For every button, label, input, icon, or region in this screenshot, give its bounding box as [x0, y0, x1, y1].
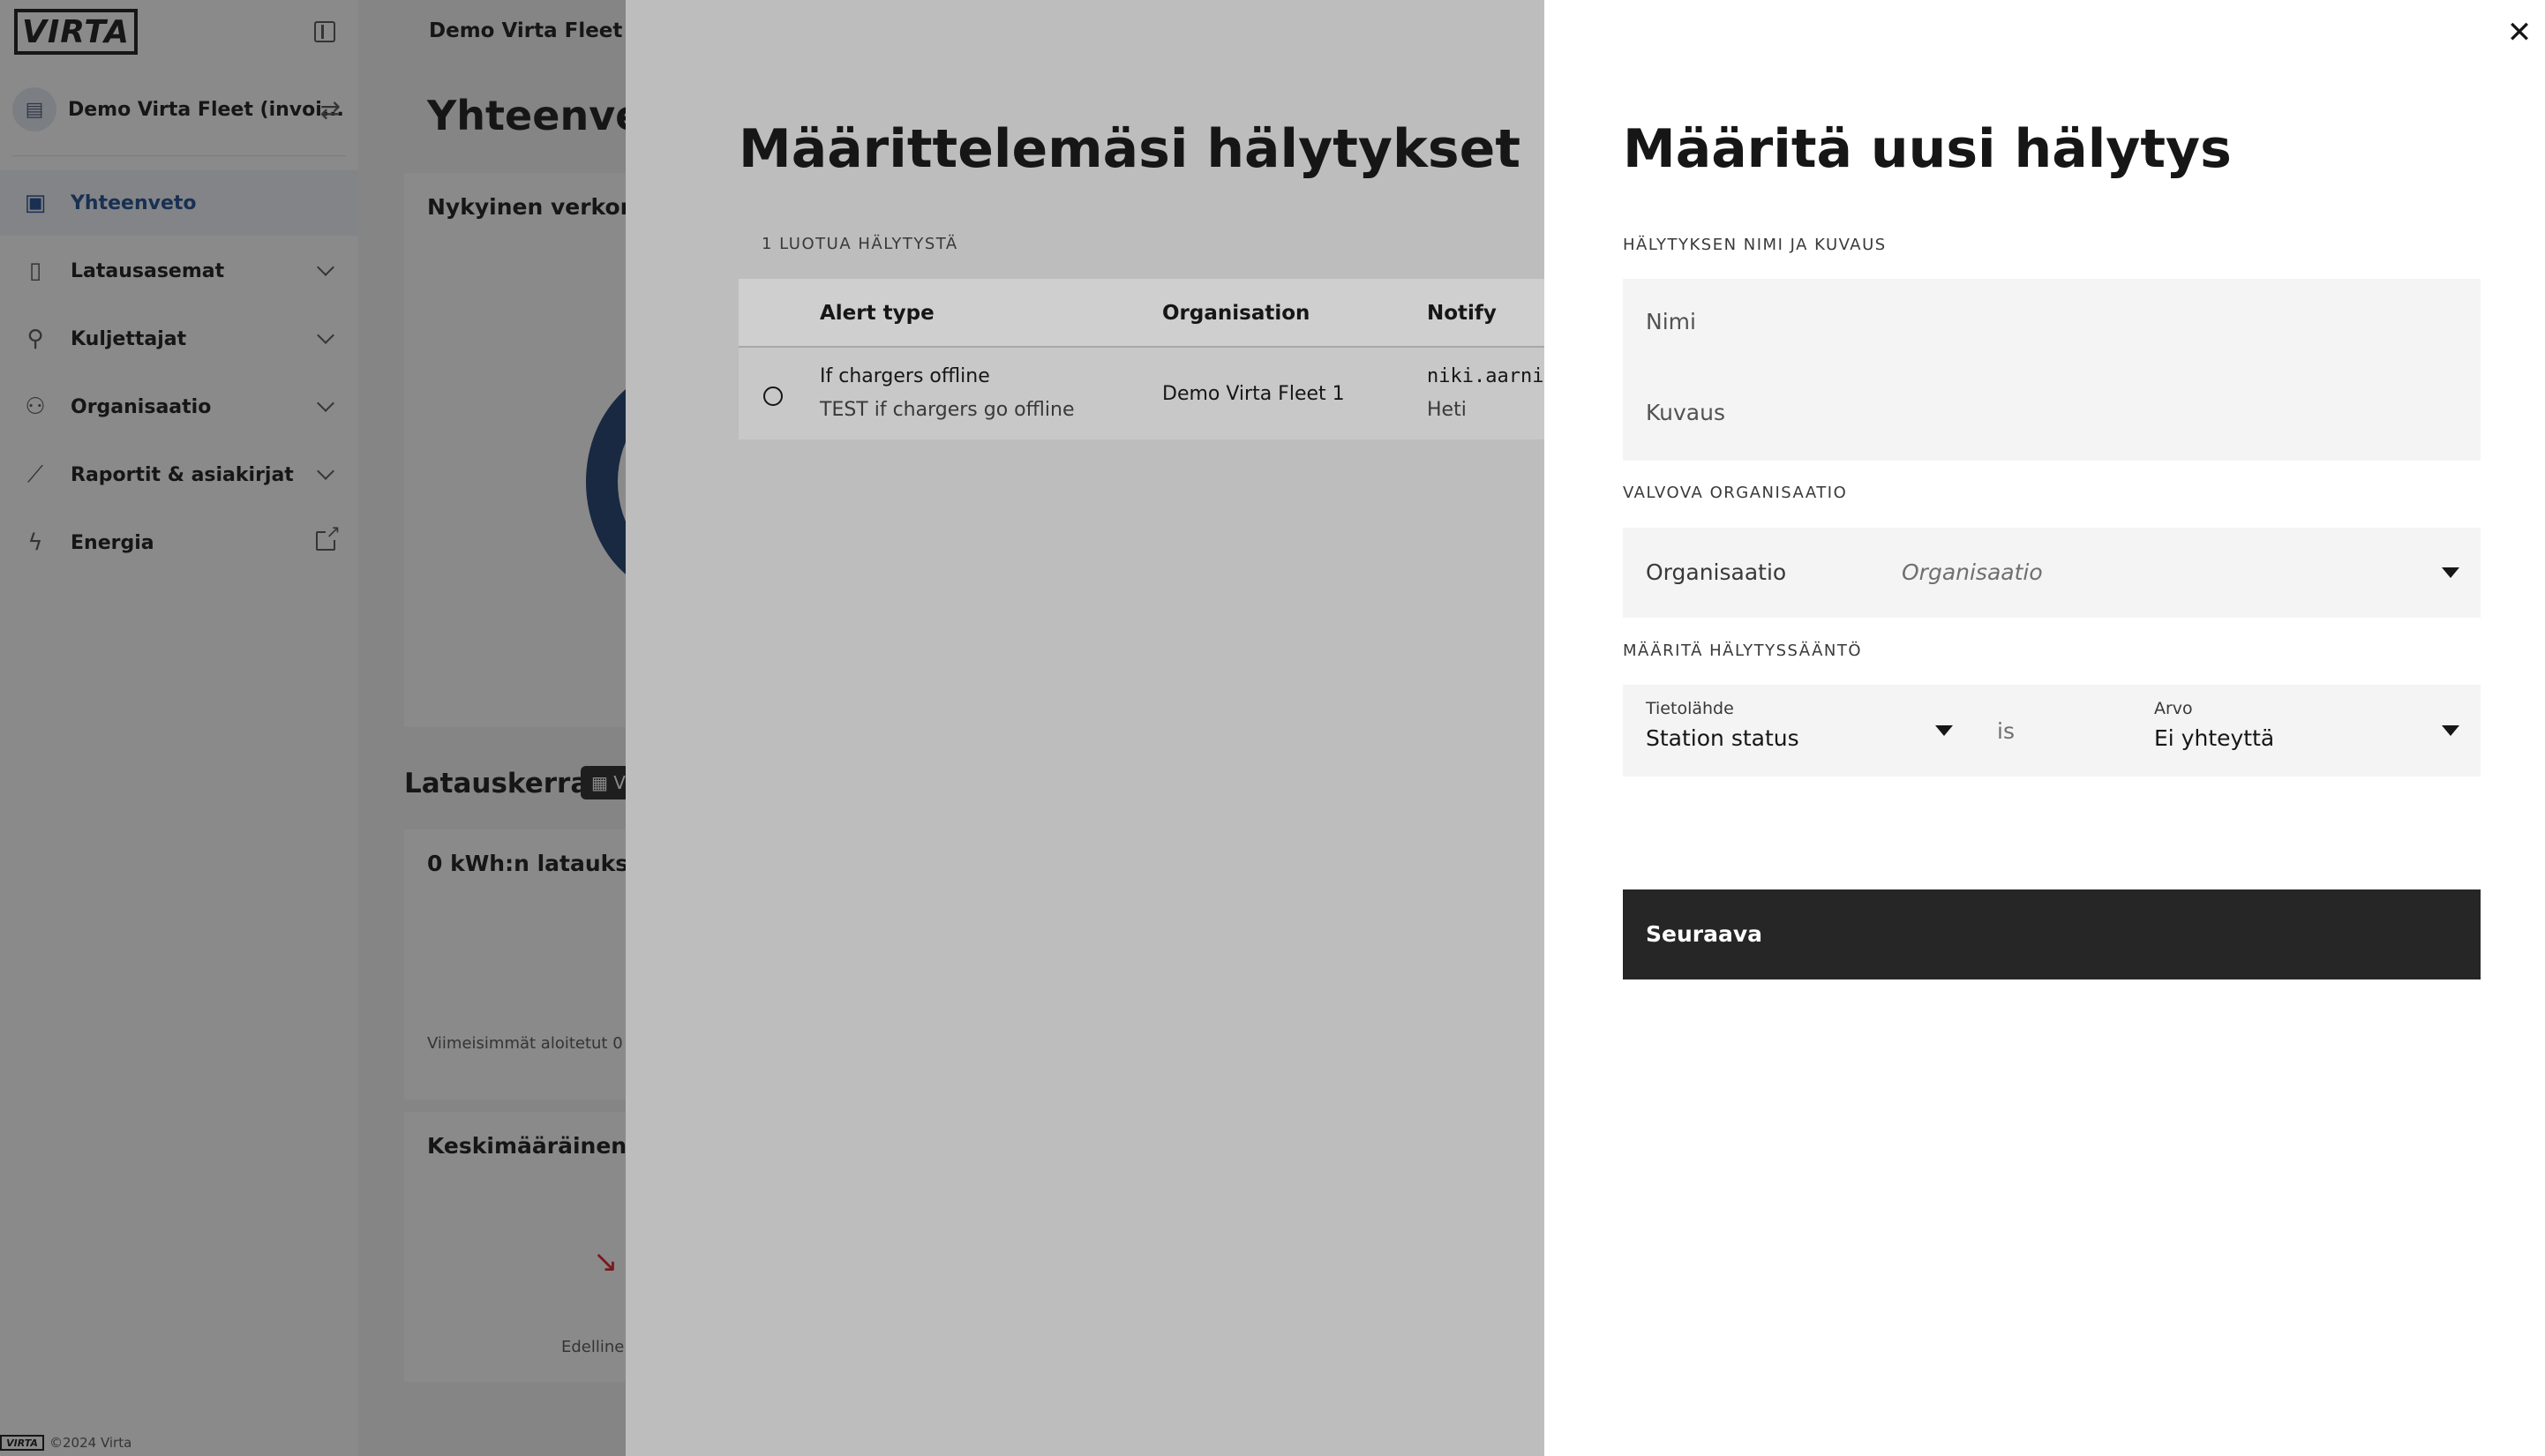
- org-section-label: VALVOVA ORGANISAATIO: [1623, 484, 1848, 502]
- alerts-list-panel: Määrittelemäsi hälytykset 1 LUOTUA HÄLYT…: [626, 0, 1544, 1456]
- next-button[interactable]: Seuraava: [1623, 889, 2481, 979]
- form-title: Määritä uusi hälytys: [1623, 118, 2232, 180]
- value-value: Ei yhteyttä: [2154, 725, 2275, 751]
- caret-down-icon: [2442, 567, 2459, 578]
- new-alert-panel: ✕ Määritä uusi hälytys HÄLYTYKSEN NIMI J…: [1544, 0, 2545, 1456]
- organization-select-label: Organisaatio: [1646, 559, 1787, 585]
- value-label: Arvo: [2154, 699, 2193, 718]
- alerts-title: Määrittelemäsi hälytykset: [739, 118, 1520, 180]
- table-header: Alert type Organisation Notify: [739, 279, 1544, 348]
- name-description-group: [1623, 279, 2481, 461]
- caret-down-icon: [1935, 725, 1953, 736]
- source-select[interactable]: Tietolähde Station status: [1623, 685, 1967, 777]
- source-value: Station status: [1646, 725, 1799, 751]
- value-select[interactable]: Arvo Ei yhteyttä: [2131, 685, 2481, 777]
- organization-select-placeholder: Organisaatio: [1902, 559, 2043, 585]
- description-input[interactable]: [1646, 400, 2440, 425]
- rule-section-label: MÄÄRITÄ HÄLYTYSSÄÄNTÖ: [1623, 642, 1863, 660]
- row-select-radio[interactable]: [763, 387, 783, 406]
- alert-notify: niki.aarni: [1427, 365, 1544, 387]
- operator-text: is: [1997, 718, 2015, 744]
- rule-row: Tietolähde Station status is Arvo Ei yht…: [1623, 685, 2481, 777]
- alert-type: If chargers offline: [820, 365, 990, 387]
- table-row[interactable]: If chargers offline TEST if chargers go …: [739, 348, 1544, 439]
- source-label: Tietolähde: [1646, 699, 1734, 718]
- alert-organisation: Demo Virta Fleet 1: [1162, 383, 1345, 405]
- organization-select[interactable]: Organisaatio Organisaatio: [1623, 528, 2481, 618]
- alert-description: TEST if chargers go offline: [820, 399, 1075, 421]
- alerts-table: Alert type Organisation Notify If charge…: [739, 279, 1544, 439]
- close-icon[interactable]: ✕: [2506, 18, 2533, 48]
- caret-down-icon: [2442, 725, 2459, 736]
- alerts-count: 1 LUOTUA HÄLYTYSTÄ: [762, 235, 958, 253]
- column-header: Notify: [1427, 302, 1497, 325]
- column-header: Alert type: [820, 302, 935, 325]
- name-input[interactable]: [1646, 309, 2440, 334]
- column-header: Organisation: [1162, 302, 1310, 325]
- alert-frequency: Heti: [1427, 399, 1467, 421]
- name-section-label: HÄLYTYKSEN NIMI JA KUVAUS: [1623, 236, 1887, 254]
